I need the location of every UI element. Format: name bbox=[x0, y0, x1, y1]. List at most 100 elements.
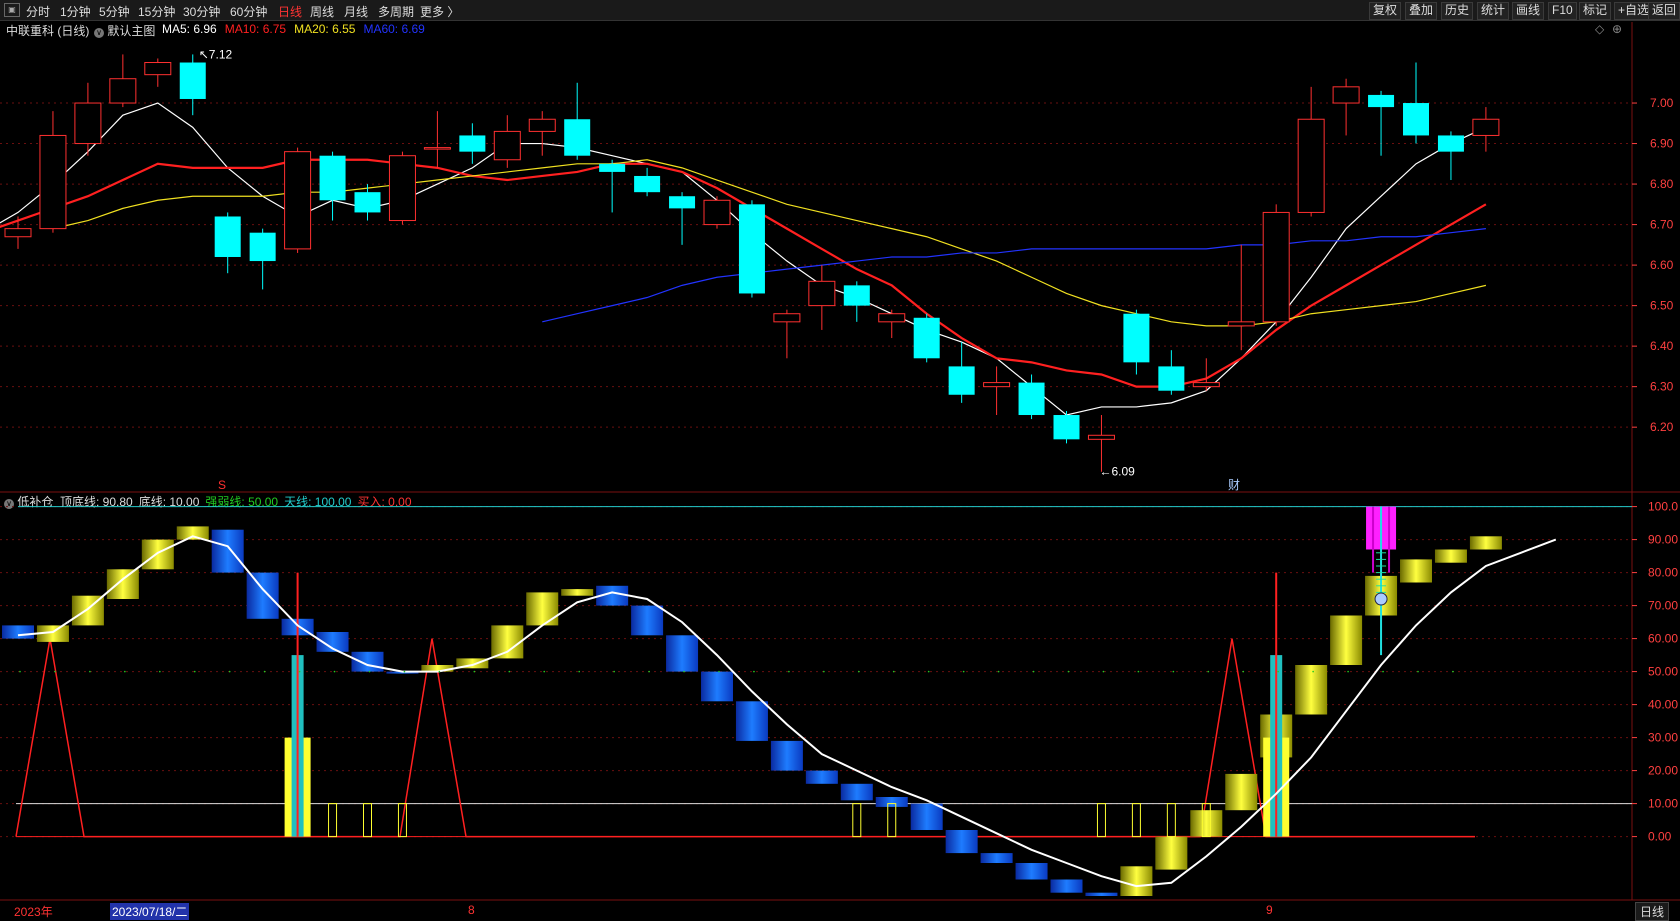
ma-line-MA60 bbox=[542, 228, 1486, 323]
strength-dot bbox=[858, 670, 860, 673]
strength-dot bbox=[473, 670, 476, 673]
y-tick-label: 6.20 bbox=[1650, 420, 1674, 434]
indicator-bar bbox=[1225, 773, 1258, 811]
hollow-signal-bar bbox=[852, 803, 862, 838]
candle-body bbox=[1192, 382, 1220, 388]
footer-month-sep: 9 bbox=[1266, 903, 1273, 917]
cai-marker: 财 bbox=[1228, 478, 1240, 492]
indicator-bar bbox=[945, 830, 978, 854]
indicator-bar bbox=[875, 797, 908, 807]
candle-body bbox=[1053, 415, 1080, 440]
strength-dot bbox=[1242, 670, 1245, 673]
ind-y-tick-label: 100.0 bbox=[1648, 500, 1678, 514]
y-tick-label: 6.40 bbox=[1650, 339, 1674, 353]
strength-dot bbox=[89, 670, 91, 673]
hollow-signal-bar bbox=[887, 803, 897, 838]
indicator-bar bbox=[631, 605, 664, 636]
strength-dot bbox=[892, 670, 895, 673]
candle-body bbox=[74, 102, 102, 145]
strength-dot bbox=[298, 670, 301, 673]
strength-dot bbox=[1452, 670, 1454, 673]
strength-dot bbox=[438, 670, 441, 673]
y-tick-label: 6.30 bbox=[1650, 380, 1674, 394]
candle-body bbox=[1472, 118, 1500, 136]
indicator-bar bbox=[735, 701, 768, 741]
candle-body bbox=[983, 382, 1011, 388]
candle-body bbox=[179, 62, 206, 99]
strength-dot bbox=[1172, 670, 1175, 673]
indicator-bar bbox=[1085, 892, 1118, 896]
strength-dot bbox=[368, 670, 371, 673]
strength-dot bbox=[508, 670, 511, 673]
candle-body bbox=[738, 204, 765, 294]
s-marker: S bbox=[218, 478, 226, 492]
strength-dot bbox=[228, 670, 231, 673]
ind-y-tick-label: 70.00 bbox=[1648, 599, 1678, 613]
indicator-bar bbox=[1015, 863, 1048, 880]
indicator-bar bbox=[351, 651, 384, 672]
indicator-bar bbox=[1190, 810, 1223, 837]
period-button[interactable]: 日线 bbox=[1635, 902, 1670, 921]
indicator-bar bbox=[1120, 866, 1153, 896]
chart-canvas[interactable]: 7.00 6.90 6.80 6.70 6.60 6.50 6.40 6.30 6.20 ↖7.1… bbox=[0, 0, 1680, 921]
strength-dot bbox=[927, 670, 930, 673]
candle-body bbox=[144, 62, 172, 76]
ind-y-tick-label: 30.00 bbox=[1648, 731, 1678, 745]
candle-body bbox=[669, 196, 696, 209]
indicator-bar bbox=[211, 529, 244, 573]
candle-body bbox=[493, 130, 521, 161]
indicator-bar bbox=[561, 589, 594, 596]
cursor-date: 2023/07/18/二 bbox=[110, 903, 190, 920]
hollow-signal-bar bbox=[363, 803, 372, 838]
y-tick-label: 6.90 bbox=[1650, 137, 1674, 151]
indicator-bar bbox=[176, 526, 209, 540]
candle-body bbox=[249, 232, 276, 262]
indicator-bar bbox=[2, 625, 34, 639]
strength-dot bbox=[1067, 670, 1070, 673]
candle-body bbox=[1018, 382, 1045, 416]
y-tick-label: 6.70 bbox=[1650, 218, 1674, 232]
hollow-signal-bar bbox=[1131, 803, 1141, 838]
strength-dot bbox=[1102, 670, 1105, 673]
ind-y-tick-label: 40.00 bbox=[1648, 698, 1678, 712]
strength-dot bbox=[263, 670, 266, 673]
strength-dot bbox=[1382, 670, 1384, 673]
indicator-bar bbox=[1469, 536, 1502, 550]
candle-body bbox=[1227, 321, 1255, 327]
low-price-label: ←6.09 bbox=[1099, 465, 1135, 479]
indicator-bar bbox=[666, 635, 699, 672]
ind-y-tick-label: 50.00 bbox=[1648, 665, 1678, 679]
y-tick-label: 6.50 bbox=[1650, 299, 1674, 313]
indicator-bar bbox=[1155, 836, 1188, 870]
strength-dot bbox=[159, 670, 161, 673]
strength-dot bbox=[823, 670, 825, 673]
candle-body bbox=[1123, 313, 1150, 363]
indicator-bar bbox=[980, 853, 1013, 863]
indicator-bar bbox=[1050, 879, 1083, 893]
candle-body bbox=[703, 199, 731, 226]
candle-body bbox=[913, 317, 940, 359]
indicator-bar bbox=[1434, 549, 1467, 563]
hollow-signal-bar bbox=[1166, 803, 1176, 838]
candle-body bbox=[388, 155, 416, 222]
strength-dot bbox=[613, 670, 615, 673]
indicator-bar bbox=[1400, 559, 1432, 583]
indicator-bar bbox=[106, 569, 139, 599]
strength-dot bbox=[333, 670, 336, 673]
strength-dot bbox=[1312, 670, 1314, 673]
indicator-bar bbox=[526, 592, 559, 626]
strength-dot bbox=[753, 670, 755, 673]
indicator-bar bbox=[701, 671, 733, 702]
candle-body bbox=[808, 280, 836, 307]
strength-dot bbox=[1207, 670, 1210, 673]
indicator-bar bbox=[1330, 615, 1363, 665]
hollow-signal-bar bbox=[328, 803, 338, 838]
strength-dot bbox=[1032, 670, 1035, 673]
ind-y-tick-label: 0.00 bbox=[1648, 830, 1672, 844]
strength-dot bbox=[19, 670, 21, 673]
candle-body bbox=[1437, 135, 1464, 152]
strength-dot bbox=[54, 670, 56, 673]
indicator-bar bbox=[141, 539, 174, 570]
face-icon bbox=[1374, 592, 1388, 606]
indicator-bar bbox=[1295, 665, 1328, 715]
